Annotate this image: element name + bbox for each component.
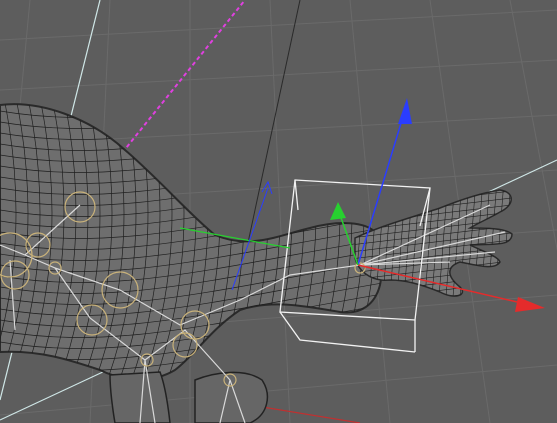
y-axis-arrow-icon[interactable] [330,202,346,220]
viewport-canvas[interactable] [0,0,557,423]
red-floor-axis [249,404,361,423]
foot-mesh[interactable] [194,371,269,423]
x-axis-arrow-icon[interactable] [515,297,545,312]
magenta-guide-line [117,0,246,159]
3d-viewport[interactable] [0,0,557,423]
z-axis-arrow-icon[interactable] [398,98,412,124]
leg-mesh[interactable] [109,371,171,423]
